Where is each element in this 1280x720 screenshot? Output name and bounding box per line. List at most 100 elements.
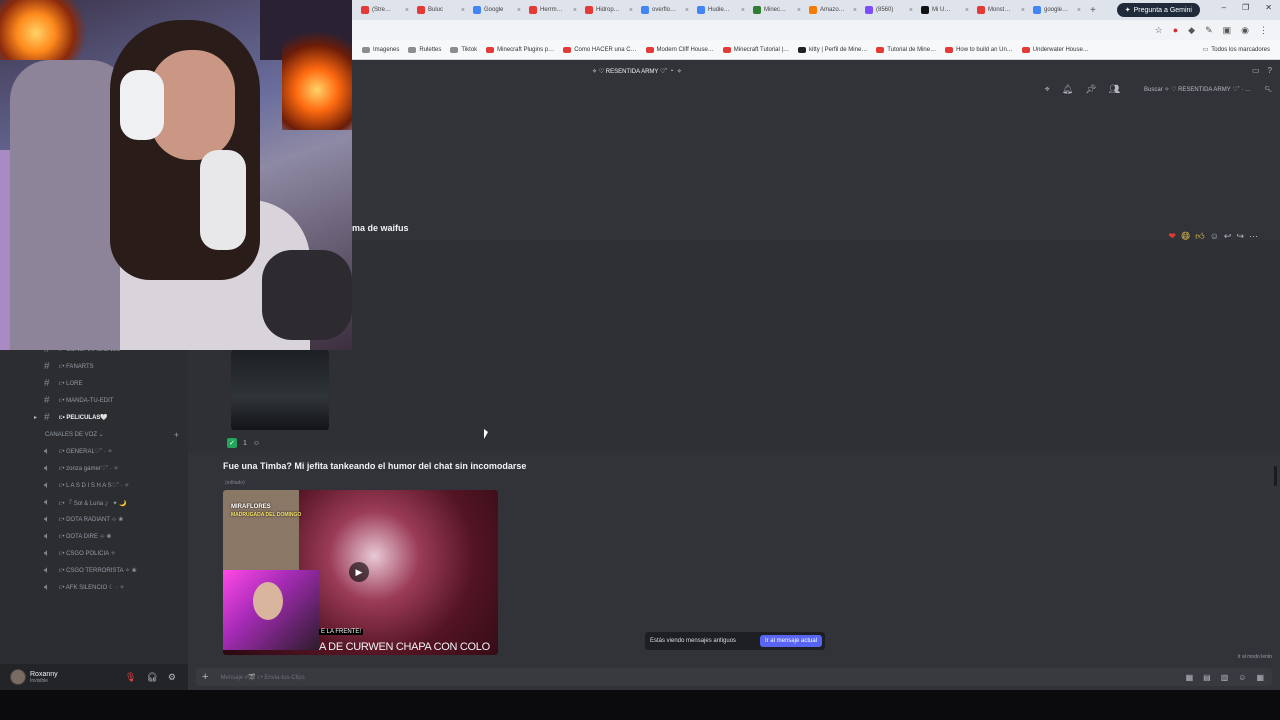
old-messages-banner: Estás viendo mensajes antiguos Ir al men…: [645, 632, 825, 650]
tool-icon[interactable]: ✎: [1205, 25, 1213, 36]
more-icon[interactable]: ⋯: [1249, 231, 1258, 242]
browser-tab[interactable]: Buluc ×: [414, 2, 468, 18]
all-bookmarks-button[interactable]: ▭ Todos los marcadores: [1203, 46, 1270, 54]
gif-icon[interactable]: ▤: [1203, 673, 1211, 682]
bookmark-favicon-icon: [645, 46, 654, 53]
browser-tab[interactable]: Herrm… ×: [526, 2, 580, 18]
add-attachment-icon[interactable]: +: [202, 671, 208, 683]
star-icon[interactable]: ☆: [1155, 25, 1163, 36]
bell-icon[interactable]: 🔔︎: [1062, 84, 1073, 95]
sidebar-item-channel[interactable]: # ı:• MANDA-TU-EDIT: [0, 392, 188, 409]
bookmark-item[interactable]: Tiktok: [450, 46, 477, 53]
close-tab-icon[interactable]: ×: [517, 7, 521, 14]
search-input[interactable]: Buscar ✧ ♡ RESENTIDA ARMY ♡˚ · … 🔍︎: [1144, 82, 1272, 96]
threads-icon[interactable]: ⌖: [1045, 84, 1050, 95]
sidebar-item-channel[interactable]: # ı:• FANARTS: [0, 358, 188, 375]
browser-tab[interactable]: Google ×: [470, 2, 524, 18]
channel-category[interactable]: CANALES DE VOZ ⌄ +: [0, 426, 188, 443]
pin-icon[interactable]: 📌︎: [1085, 84, 1096, 95]
sticker-icon[interactable]: ▧: [1221, 673, 1229, 682]
forward-icon[interactable]: ↪: [1236, 231, 1244, 242]
sidebar-item-channel[interactable]: 🔈︎ ı:• GENERAL♡˚ · ✧: [0, 443, 188, 460]
sidebar-item-channel[interactable]: 🔈︎ ı:• L A S D I S H A S♡˚ · ✧: [0, 477, 188, 494]
close-tab-icon[interactable]: ×: [741, 7, 745, 14]
close-tab-icon[interactable]: ×: [853, 7, 857, 14]
bookmark-item[interactable]: Como HACER una C…: [563, 46, 637, 53]
close-window-icon[interactable]: ✕: [1265, 3, 1272, 12]
emoji-reaction-icon[interactable]: 😄︎: [1181, 231, 1190, 242]
inbox-icon[interactable]: ▭: [1252, 66, 1260, 75]
headphones-icon[interactable]: 🎧︎: [146, 672, 157, 683]
minimize-icon[interactable]: –: [1222, 3, 1226, 12]
sidebar-item-channel[interactable]: 🔈︎ ı:• 『 Sol & Luna 』 ✦ 🌙: [0, 494, 188, 511]
browser-tab[interactable]: google… ×: [1030, 2, 1084, 18]
opera-icon[interactable]: ●: [1173, 25, 1178, 35]
browser-tab[interactable]: (8560) ×: [862, 2, 916, 18]
close-tab-icon[interactable]: ×: [1021, 7, 1025, 14]
bookmark-item[interactable]: Imagenes: [362, 46, 399, 53]
bookmark-item[interactable]: How to build an Un…: [945, 46, 1013, 53]
browser-tab[interactable]: (Stre… ×: [358, 2, 412, 18]
sidebar-item-channel[interactable]: 🔈︎ ı:• DOTA RADIANT ⊹ ❀: [0, 511, 188, 528]
gift-icon[interactable]: ▦: [1186, 673, 1194, 682]
bookmark-item[interactable]: Rulettes: [408, 46, 441, 53]
sidebar-item-channel[interactable]: 🔈︎ ı:• DOTA DIRE ⊹ ❀: [0, 528, 188, 545]
menu-icon[interactable]: ⋮: [1259, 25, 1268, 36]
thumbs-icon[interactable]: 👍︎: [1195, 231, 1204, 242]
bookmark-item[interactable]: kitty | Perfil de Mine…: [798, 46, 867, 53]
scrollbar[interactable]: [1274, 466, 1277, 486]
settings-gear-icon[interactable]: ⚙: [168, 672, 176, 683]
close-tab-icon[interactable]: ×: [965, 7, 969, 14]
bookmark-item[interactable]: Underwater House…: [1021, 46, 1089, 53]
browser-tab[interactable]: overflo… ×: [638, 2, 692, 18]
sidebar-item-channel[interactable]: 🔈︎ ı:• CSGO POLICIA ✧: [0, 545, 188, 562]
close-tab-icon[interactable]: ×: [573, 7, 577, 14]
sidebar-item-channel[interactable]: # ı:• LORE: [0, 375, 188, 392]
help-icon[interactable]: ?: [1268, 66, 1272, 75]
browser-tab[interactable]: Hidrop… ×: [582, 2, 636, 18]
message-composer[interactable]: + Mensaje #🎬 ı:• Envia-tus-Clips ▦ ▤ ▧ ☺…: [196, 668, 1272, 686]
add-reaction-icon[interactable]: ☺: [1210, 231, 1219, 242]
add-reaction-icon[interactable]: ☺: [253, 440, 260, 447]
bookmark-item[interactable]: Minecraft Plugins p…: [486, 46, 554, 53]
sidebar-item-channel[interactable]: 🔈︎ ı:• zonza gamer♡˚ · ✧: [0, 460, 188, 477]
sidebar-item-channel[interactable]: 🔈︎ ı:• CSGO TERRORISTA ✧ ❀: [0, 562, 188, 579]
close-tab-icon[interactable]: ×: [909, 7, 913, 14]
browser-tab[interactable]: Mi U… ×: [918, 2, 972, 18]
bookmark-item[interactable]: Minecraft Tutorial |…: [722, 46, 789, 53]
bookmark-item[interactable]: Modern Cliff House…: [645, 46, 714, 53]
apps-icon[interactable]: ▦: [1256, 673, 1264, 682]
heart-reaction-icon[interactable]: ❤: [1168, 231, 1176, 242]
close-tab-icon[interactable]: ×: [461, 7, 465, 14]
video-embed[interactable]: MIRAFLORES MADRUGADA DEL DOMINGO ▶ E LA …: [223, 490, 498, 655]
puzzle-icon[interactable]: ▣: [1223, 25, 1232, 36]
bookmark-item[interactable]: Tutorial de Mine…: [876, 46, 936, 53]
check-reaction-icon[interactable]: ✓: [227, 438, 237, 448]
browser-tab[interactable]: Minec… ×: [750, 2, 804, 18]
jump-to-present-button[interactable]: Ir al mensaje actual: [759, 635, 822, 647]
reply-icon[interactable]: ↩: [1224, 231, 1232, 242]
browser-tab[interactable]: Hudie… ×: [694, 2, 748, 18]
close-tab-icon[interactable]: ×: [629, 7, 633, 14]
maximize-icon[interactable]: ❐: [1242, 3, 1249, 12]
browser-tab[interactable]: Amazo… ×: [806, 2, 860, 18]
close-tab-icon[interactable]: ×: [797, 7, 801, 14]
clip-thumbnail[interactable]: [231, 350, 329, 430]
gemini-button[interactable]: ✦ Pregunta a Gemini: [1116, 3, 1200, 17]
user-info[interactable]: Roxanny Invisible: [30, 671, 58, 684]
mic-muted-icon[interactable]: 🎙︎: [125, 672, 136, 683]
members-icon[interactable]: 👥︎: [1109, 84, 1120, 95]
close-tab-icon[interactable]: ×: [685, 7, 689, 14]
browser-tab[interactable]: Monst… ×: [974, 2, 1028, 18]
avatar[interactable]: [10, 669, 26, 685]
play-icon[interactable]: ▶: [349, 562, 369, 582]
close-tab-icon[interactable]: ×: [405, 7, 409, 14]
sidebar-item-channel[interactable]: 🔈︎ ı:• AFK SILENCIO ☾ · ✧: [0, 579, 188, 596]
emoji-icon[interactable]: ☺: [1238, 673, 1246, 682]
add-channel-icon[interactable]: +: [174, 430, 179, 440]
sidebar-item-channel[interactable]: ▸ # ı:• PELICULAS🤍: [0, 409, 188, 426]
profile-icon[interactable]: ◉: [1241, 25, 1249, 36]
new-tab-icon[interactable]: +: [1090, 5, 1096, 16]
extension-icon[interactable]: ◆: [1188, 25, 1195, 36]
close-tab-icon[interactable]: ×: [1077, 7, 1081, 14]
